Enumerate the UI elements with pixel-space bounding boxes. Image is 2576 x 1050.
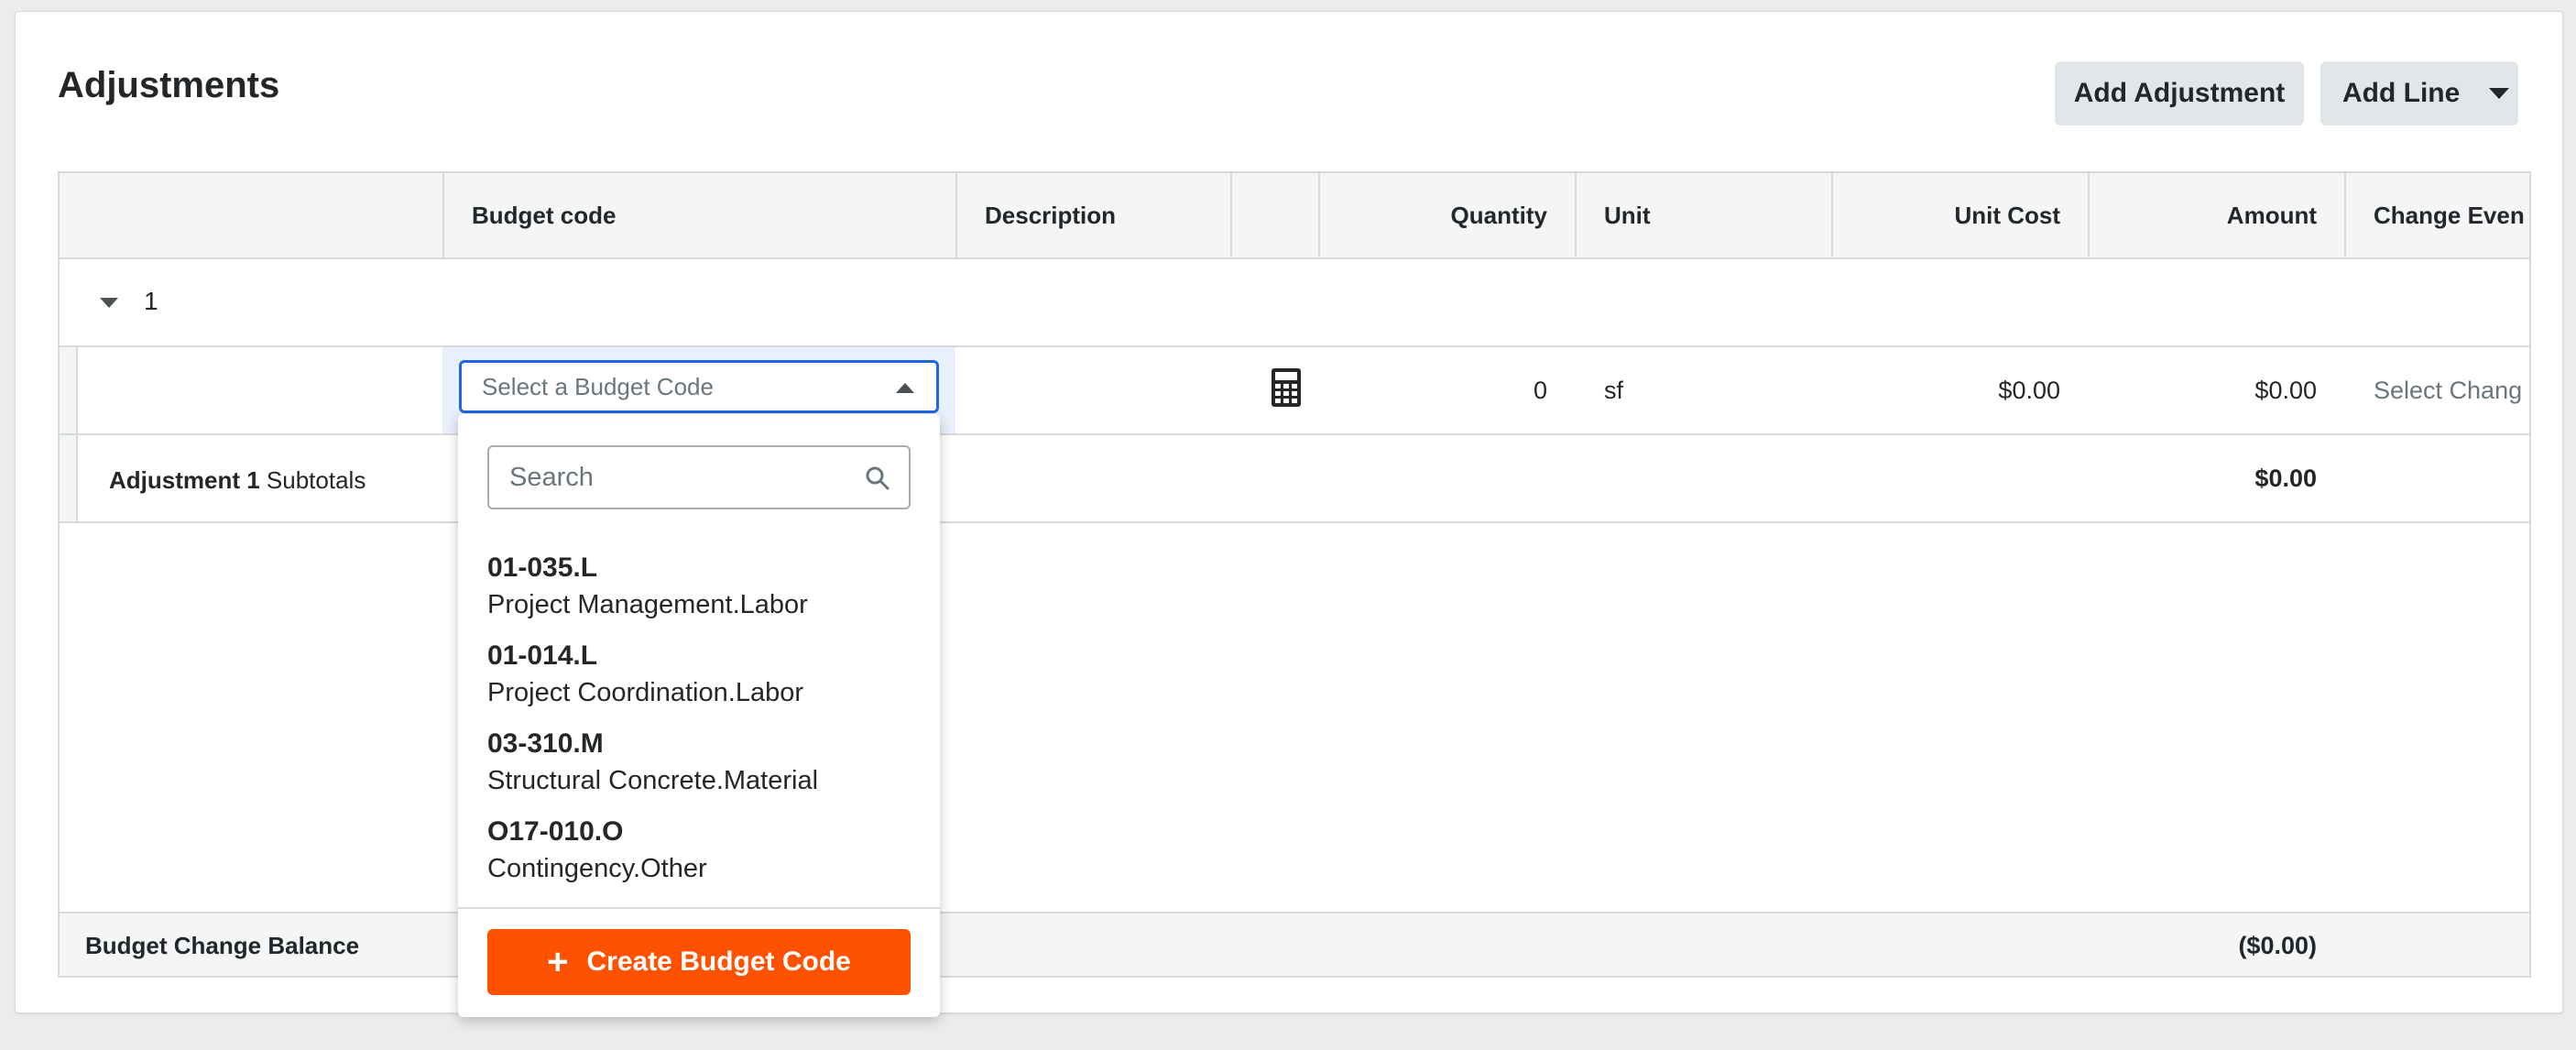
header-change-event[interactable]: Change Even [2344,173,2529,257]
quantity-value[interactable]: 0 [1318,377,1547,405]
chevron-down-icon [2489,88,2510,99]
option-name: Structural Concrete.Material [487,766,819,795]
budget-change-balance-label: Budget Change Balance [85,932,360,959]
option-code: 03-310.M [487,728,604,759]
budget-code-option[interactable]: 01-035.L Project Management.Labor [487,550,911,623]
subtotal-amount: $0.00 [2254,465,2317,492]
header-budget-code[interactable]: Budget code [442,173,955,257]
create-budget-code-label: Create Budget Code [586,946,851,977]
adjustments-table: Budget code Description Quantity Unit Un… [58,171,2531,978]
add-line-button[interactable]: Add Line [2320,61,2518,126]
header-quantity[interactable]: Quantity [1318,173,1575,257]
header-expand-col [60,173,442,257]
option-code: 01-035.L [487,552,598,583]
subtotal-label-rest: Subtotals [259,466,366,494]
row-indent [60,347,78,433]
search-input[interactable]: Search [487,445,911,509]
add-adjustment-label: Add Adjustment [2073,78,2286,108]
plus-icon: + [547,942,569,982]
option-code: O17-010.O [487,816,624,847]
chevron-up-icon [896,383,914,393]
header-unit-cost[interactable]: Unit Cost [1831,173,2088,257]
option-code: 01-014.L [487,640,598,671]
option-name: Project Coordination.Labor [487,678,803,707]
add-adjustment-button[interactable]: Add Adjustment [2055,61,2304,126]
amount-value: $0.00 [2254,377,2317,404]
option-name: Project Management.Labor [487,590,808,619]
table-header: Budget code Description Quantity Unit Un… [60,173,2529,259]
row-indent [60,435,78,521]
collapse-caret-icon[interactable] [100,298,118,308]
header-calculator-col [1230,173,1318,257]
unit-value[interactable]: sf [1604,377,1623,405]
subtotal-label: Adjustment 1 Subtotals [109,466,366,495]
option-name: Contingency.Other [487,854,707,883]
search-icon [865,465,890,498]
budget-code-dropdown: Search 01-035.L Project Management.Labor… [458,414,940,1017]
budget-change-balance-row: Budget Change Balance ($0.00) [60,912,2529,976]
page-title: Adjustments [58,65,280,105]
budget-code-placeholder: Select a Budget Code [482,372,714,400]
search-placeholder: Search [509,462,594,492]
budget-code-option[interactable]: 03-310.M Structural Concrete.Material [487,726,911,799]
budget-code-select[interactable]: Select a Budget Code [459,360,939,413]
group-number: 1 [144,287,158,315]
table-row: Select a Budget Code 0 sf $0.00 $0.00 Se… [60,347,2529,435]
change-event-select[interactable]: Select Chang [2374,377,2522,405]
add-line-label: Add Line [2342,78,2461,108]
create-budget-code-button[interactable]: + Create Budget Code [487,929,911,995]
budget-code-option[interactable]: 01-014.L Project Coordination.Labor [487,638,911,711]
dropdown-divider [458,907,940,909]
header-amount[interactable]: Amount [2088,173,2344,257]
adjustment-group-row: 1 [60,259,2529,347]
subtotal-label-bold: Adjustment 1 [109,466,260,494]
budget-code-option[interactable]: O17-010.O Contingency.Other [487,814,911,887]
subtotal-row: Adjustment 1 Subtotals $0.00 [60,435,2529,523]
header-unit[interactable]: Unit [1575,173,1831,257]
header-description[interactable]: Description [955,173,1230,257]
adjustments-card: Adjustments Add Adjustment Add Line Budg… [15,11,2563,1013]
budget-change-balance-amount: ($0.00) [2238,932,2317,959]
unit-cost-value[interactable]: $0.00 [1831,377,2060,405]
calculator-icon[interactable] [1271,367,1302,412]
